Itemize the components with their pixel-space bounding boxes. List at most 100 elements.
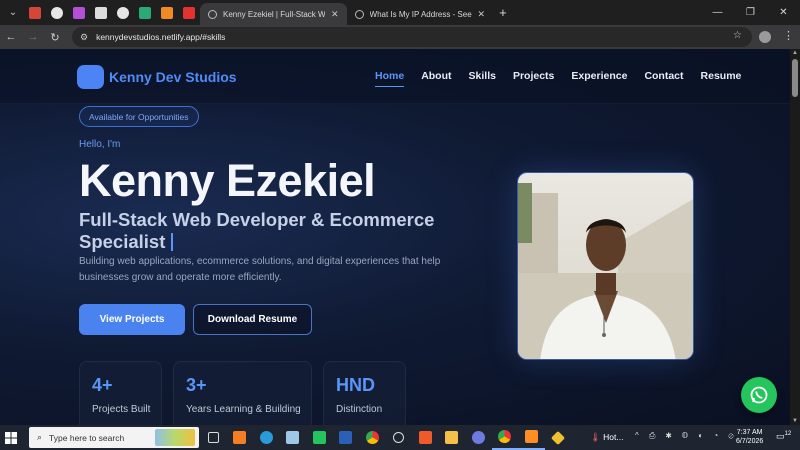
pinned-tab-rx[interactable] (90, 2, 112, 24)
file-explorer-glyph (445, 431, 459, 444)
weather-text[interactable]: 🌡 Hot... (590, 432, 623, 443)
site-info-icon[interactable]: ⚙ (80, 32, 88, 43)
notification-center-icon[interactable]: ▭12 (776, 431, 791, 442)
hero-description: Building web applications, ecommerce sol… (79, 256, 441, 283)
whatsapp-desktop-glyph (312, 431, 326, 444)
pinned-tab-chatgpt[interactable] (112, 2, 134, 24)
hero-role: Full-Stack Web Developer & Ecommerce Spe… (79, 209, 499, 253)
close-window-icon[interactable]: ✕ (767, 0, 800, 25)
stat-value: HND (336, 375, 375, 395)
browser-toolbar: ← → ↻ ⚙ kennydevstudios.netlify.app/#ski… (0, 25, 800, 49)
clock-time: 7:37 AM (736, 429, 763, 436)
edge-icon[interactable] (253, 425, 280, 450)
close-icon[interactable]: ✕ (331, 9, 339, 20)
scroll-up-icon[interactable]: ▲ (792, 50, 798, 56)
minimize-icon[interactable]: — (701, 0, 734, 25)
stat-value: 4+ (92, 375, 113, 395)
nav-home[interactable]: Home (375, 70, 405, 87)
taskbar-search[interactable]: ⌕ Type here to search (29, 427, 199, 448)
git-icon[interactable] (545, 425, 572, 450)
scrollbar-thumb[interactable] (792, 59, 798, 97)
pinned-tab-drive[interactable] (134, 2, 156, 24)
back-icon[interactable]: ← (0, 26, 22, 48)
reload-icon[interactable]: ↻ (44, 26, 66, 48)
scroll-down-icon[interactable]: ▼ (792, 418, 798, 424)
taskbar-clock[interactable]: 7:37 AM 6/7/2026 (736, 428, 763, 446)
menu-icon[interactable]: ⋮ (783, 29, 794, 42)
whatsapp-desktop-icon[interactable] (306, 425, 333, 450)
nav-experience[interactable]: Experience (571, 70, 627, 87)
nav-contact[interactable]: Contact (644, 70, 683, 87)
hero-role-text: Full-Stack Web Developer & Ecommerce Spe… (79, 209, 435, 252)
logo[interactable]: Kenny Dev Studios (77, 65, 237, 89)
close-icon[interactable]: ✕ (478, 9, 486, 20)
openai-icon[interactable] (386, 425, 413, 450)
restore-icon[interactable]: ❐ (734, 0, 767, 25)
drive-icon (139, 6, 151, 19)
typing-cursor (171, 233, 174, 251)
sublime-glyph (524, 430, 538, 443)
site-header: Kenny Dev Studios Home About Skills Proj… (0, 49, 790, 104)
xampp-glyph (233, 431, 247, 444)
profile-photo-image (518, 173, 693, 359)
pinned-tab-app[interactable] (68, 2, 90, 24)
tab-title: Kenny Ezekiel | Full-Stack Web D (223, 9, 325, 19)
profile-avatar[interactable] (759, 31, 771, 43)
photos-icon[interactable] (280, 425, 307, 450)
pinned-tab-red[interactable] (178, 2, 200, 24)
whatsapp-button[interactable] (741, 377, 777, 413)
nav-skills[interactable]: Skills (469, 70, 496, 87)
whatsapp-icon (750, 386, 768, 404)
rx-icon (95, 6, 107, 19)
xampp-icon[interactable] (227, 425, 254, 450)
edge-glyph (259, 431, 273, 444)
view-projects-button[interactable]: View Projects (79, 304, 185, 335)
weather-label: Hot... (603, 432, 624, 442)
file-explorer-icon[interactable] (439, 425, 466, 450)
system-tray-icons[interactable]: ^ ⎙ ✱ ◍ ◐ ◔ ⊘ (635, 431, 738, 441)
chatgpt-icon (117, 6, 129, 19)
address-bar[interactable]: ⚙ kennydevstudios.netlify.app/#skills ☆ (72, 27, 752, 47)
stat-card: 4+ Projects Built (79, 361, 162, 425)
logo-text: Kenny Dev Studios (109, 69, 237, 85)
flag-icon (183, 6, 195, 19)
chrome-icon[interactable] (359, 425, 386, 450)
openai-glyph (393, 432, 405, 443)
brave-glyph (418, 431, 432, 444)
pinned-tab-gmail[interactable] (24, 2, 46, 24)
nav-about[interactable]: About (421, 70, 451, 87)
git-glyph (550, 430, 565, 445)
sublime-icon[interactable] (518, 425, 545, 450)
nav-resume[interactable]: Resume (701, 70, 742, 87)
word-glyph (339, 431, 353, 444)
pinned-tab-github[interactable] (46, 2, 68, 24)
word-icon[interactable] (333, 425, 360, 450)
brave-icon[interactable] (412, 425, 439, 450)
bookmark-icon (161, 6, 173, 19)
photos-glyph (286, 431, 300, 444)
stat-card: 3+ Years Learning & Building (173, 361, 312, 425)
forward-icon[interactable]: → (22, 26, 44, 48)
chrome-active-icon[interactable] (491, 425, 518, 450)
tab-kenny-ezekiel[interactable]: Kenny Ezekiel | Full-Stack Web D ✕ (200, 3, 347, 25)
bookmark-star-icon[interactable]: ☆ (733, 30, 742, 41)
nav-projects[interactable]: Projects (513, 70, 554, 87)
chrome-active-glyph (498, 430, 512, 443)
tab-title: What Is My IP Address - See Yo (369, 9, 472, 19)
task-view-icon[interactable] (200, 425, 227, 450)
download-resume-button[interactable]: Download Resume (193, 304, 312, 335)
page-viewport: Kenny Dev Studios Home About Skills Proj… (0, 49, 790, 425)
app-icon (73, 6, 85, 19)
tab-strip: ⌄ Kenny Ezekiel | Full-Stack Web D ✕ Wha… (0, 0, 800, 25)
app-purple-icon[interactable] (465, 425, 492, 450)
pinned-tab-orange[interactable] (156, 2, 178, 24)
search-highlight-image (155, 429, 195, 446)
windows-start-icon[interactable] (0, 425, 22, 450)
new-tab-icon[interactable]: + (499, 5, 507, 20)
github-icon (51, 6, 63, 19)
page-scrollbar[interactable]: ▲ ▼ (790, 49, 800, 425)
window-controls: — ❐ ✕ (701, 0, 800, 25)
tab-search-icon[interactable]: ⌄ (2, 2, 24, 24)
tab-ip-address[interactable]: What Is My IP Address - See Yo ✕ (347, 3, 494, 25)
main-nav: Home About Skills Projects Experience Co… (375, 70, 758, 87)
